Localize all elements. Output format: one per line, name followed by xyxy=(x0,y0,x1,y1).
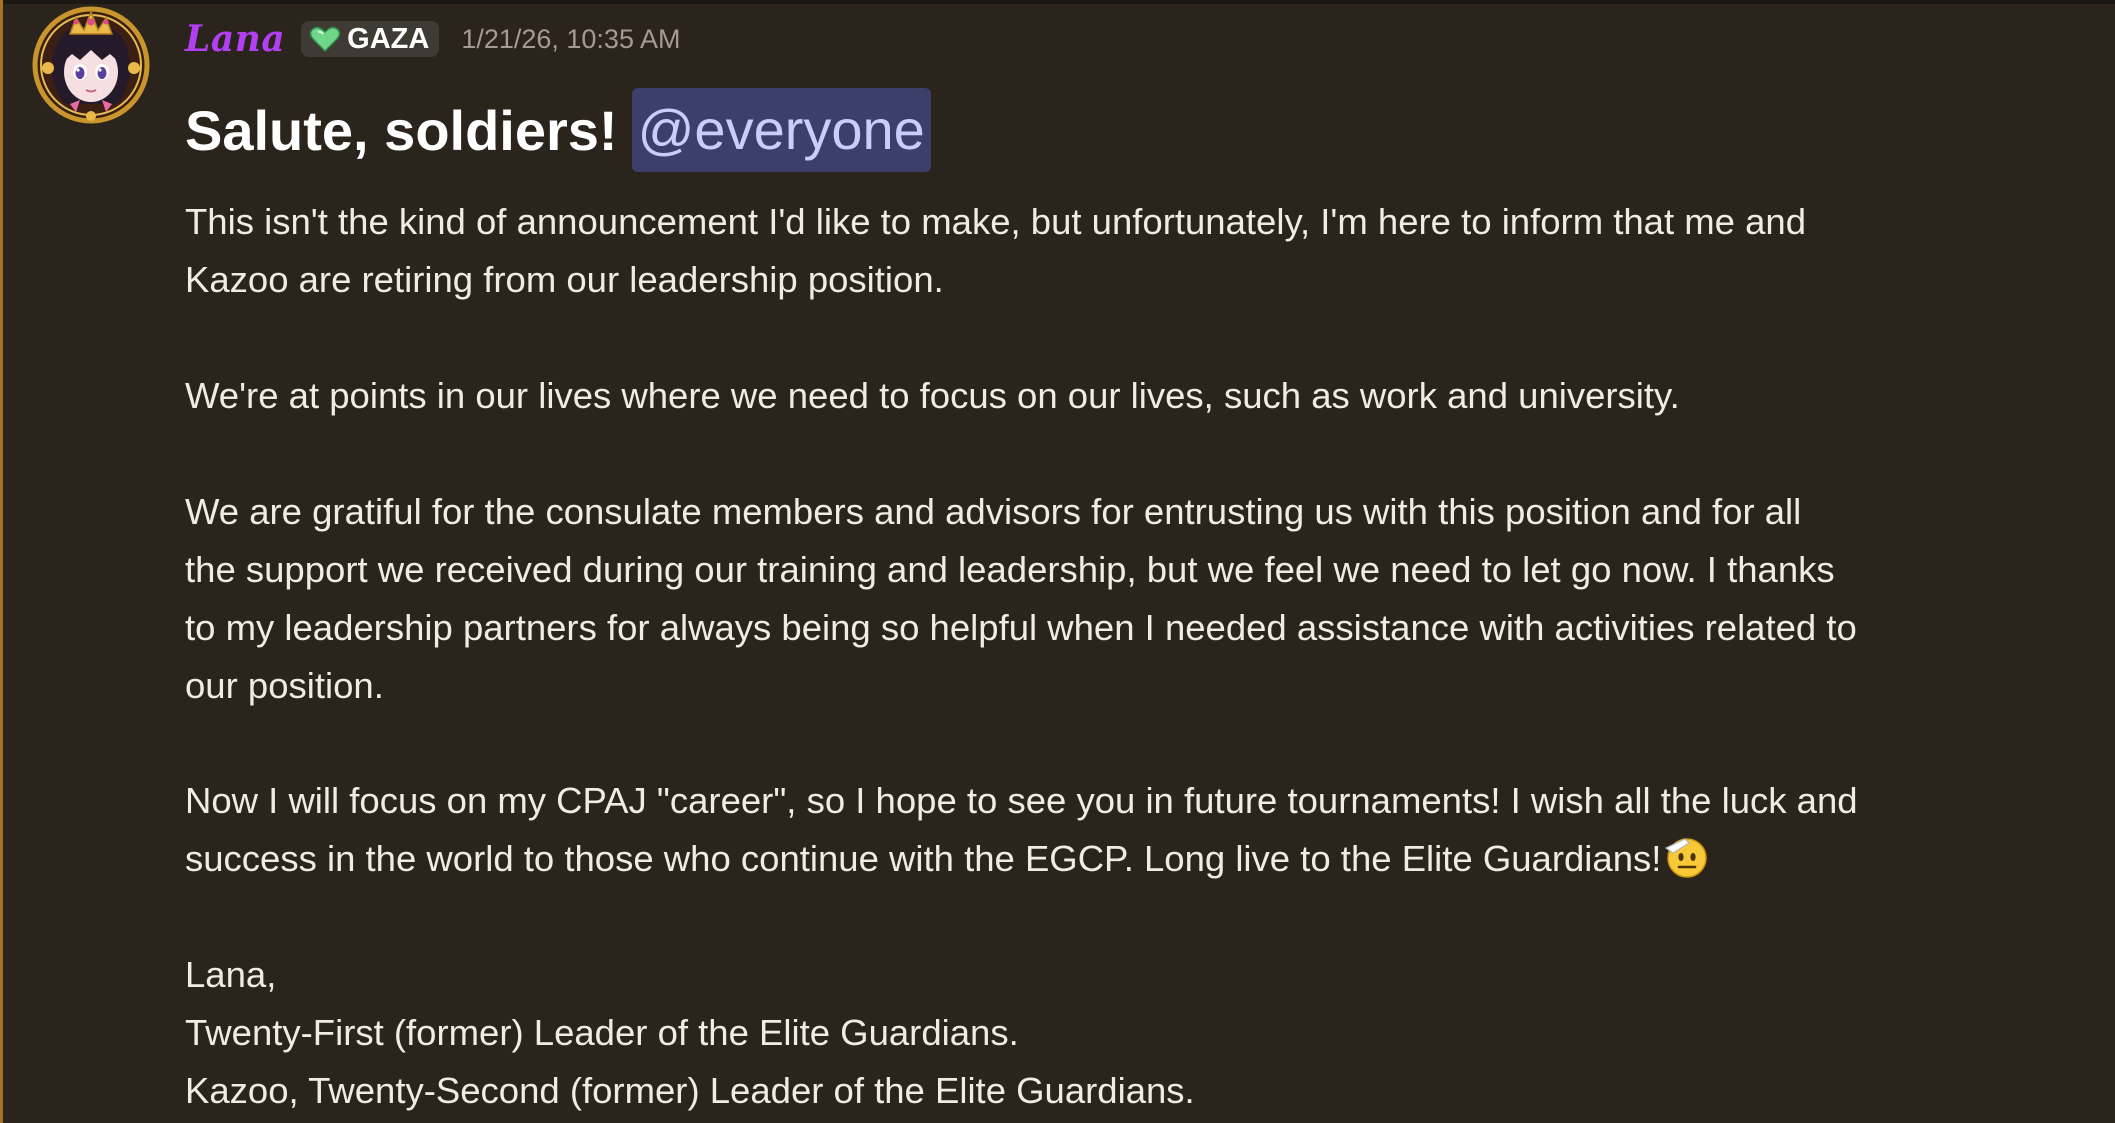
avatar[interactable] xyxy=(30,4,152,126)
anime-avatar-icon xyxy=(32,6,150,124)
chat-message: Lana GAZA 1/21/26, 10:35 AM Salute, sold… xyxy=(0,0,2115,1123)
paragraph-1: This isn't the kind of announcement I'd … xyxy=(185,193,2085,309)
paragraph-line: our position. xyxy=(185,665,384,706)
signature-line: Lana, xyxy=(185,954,277,995)
paragraph-line: the support we received during our train… xyxy=(185,549,1835,590)
paragraph-3: We are gratiful for the consulate member… xyxy=(185,483,2085,715)
message-header: Lana GAZA 1/21/26, 10:35 AM xyxy=(185,14,680,64)
paragraph-line: This isn't the kind of announcement I'd … xyxy=(185,201,1807,242)
everyone-mention[interactable]: @everyone xyxy=(631,88,931,172)
heading-text: Salute, soldiers! xyxy=(185,98,618,162)
paragraph-line: We're at points in our lives where we ne… xyxy=(185,375,1680,416)
server-tag[interactable]: GAZA xyxy=(301,21,440,57)
server-tag-label: GAZA xyxy=(347,22,430,55)
username[interactable]: Lana xyxy=(185,18,285,60)
paragraph-4: Now I will focus on my CPAJ "career", so… xyxy=(185,772,2085,888)
paragraph-line: Now I will focus on my CPAJ "career", so… xyxy=(185,780,1858,821)
paragraph-line: Kazoo are retiring from our leadership p… xyxy=(185,259,944,300)
signature-line: Kazoo, Twenty-Second (former) Leader of … xyxy=(185,1070,1195,1111)
paragraph-line: We are gratiful for the consulate member… xyxy=(185,491,1802,532)
message-heading: Salute, soldiers! @everyone xyxy=(185,88,931,172)
timestamp[interactable]: 1/21/26, 10:35 AM xyxy=(461,24,680,55)
paragraph-line: to my leadership partners for always bei… xyxy=(185,607,1857,648)
paragraph-line: success in the world to those who contin… xyxy=(185,838,1662,879)
green-heart-icon xyxy=(309,26,341,52)
saluting-face-icon xyxy=(1665,838,1708,878)
paragraph-2: We're at points in our lives where we ne… xyxy=(185,367,2085,425)
signature: Lana, Twenty-First (former) Leader of the… xyxy=(185,946,2085,1120)
signature-line: Twenty-First (former) Leader of the Elit… xyxy=(185,1012,1019,1053)
